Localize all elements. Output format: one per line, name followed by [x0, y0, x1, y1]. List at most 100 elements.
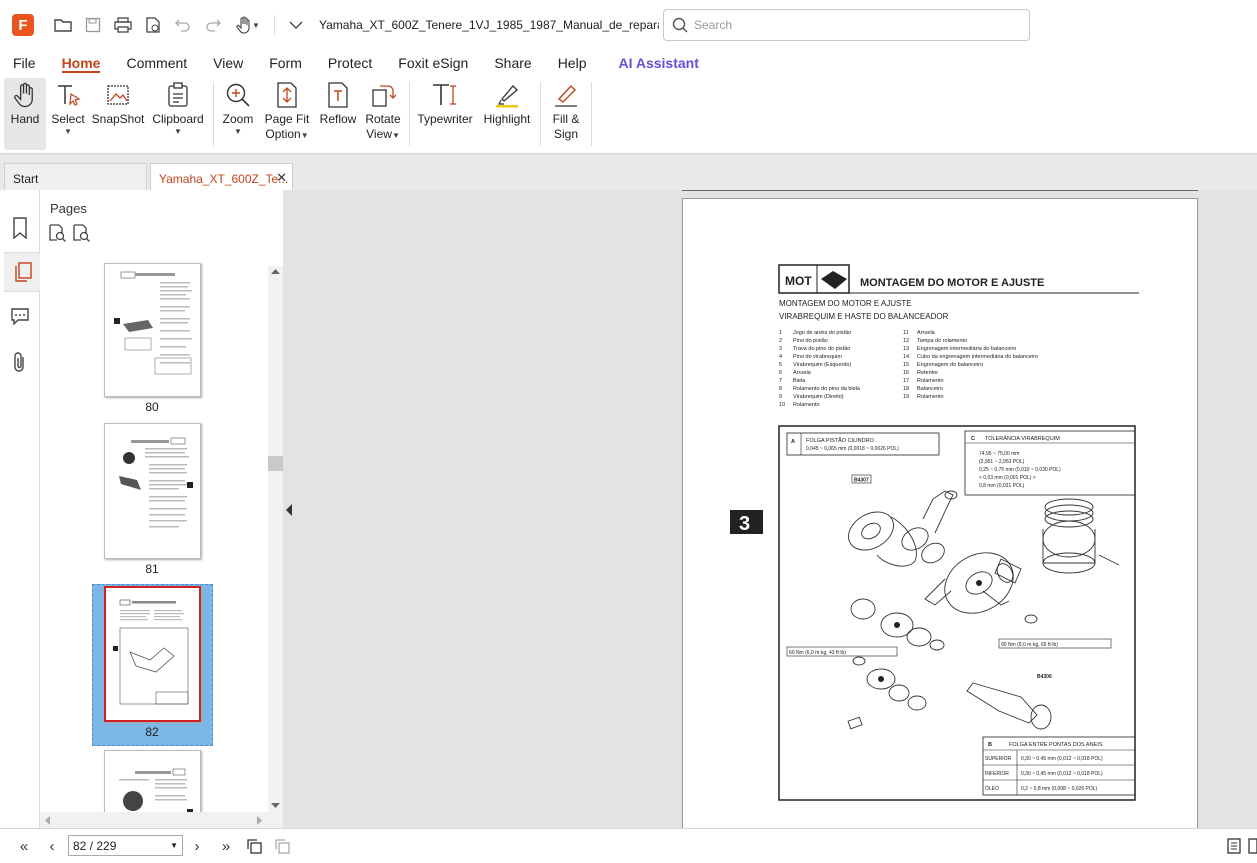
menu-ai-assistant[interactable]: AI Assistant: [605, 50, 711, 76]
scroll-down-icon[interactable]: [271, 802, 280, 809]
attachment-icon[interactable]: [0, 342, 40, 382]
comments-icon[interactable]: [0, 296, 40, 336]
zoom-out-page-icon[interactable]: [48, 224, 66, 242]
pages-panel-hscrollbar[interactable]: [40, 812, 283, 828]
typewriter-button[interactable]: Typewriter: [416, 78, 474, 150]
part-name: Tampa do rolamento: [917, 338, 967, 344]
page-thumbnail[interactable]: [104, 423, 201, 559]
scroll-right-icon[interactable]: [256, 816, 263, 825]
previous-view-icon[interactable]: [243, 835, 265, 857]
rotate-label-2: View▼: [366, 127, 400, 141]
menu-file[interactable]: File: [0, 50, 49, 76]
bookmark-icon[interactable]: [0, 208, 40, 248]
undo-icon[interactable]: [168, 10, 198, 40]
reflow-label: Reflow: [319, 112, 357, 126]
snapshot-icon: [105, 78, 131, 112]
hand-button[interactable]: Hand: [4, 78, 46, 150]
chevron-down-icon[interactable]: [281, 10, 311, 40]
box-c-value: 0,8 mm (0,031 POL): [979, 483, 1025, 489]
page-fit-option-button[interactable]: Page Fit Option▼: [262, 78, 312, 150]
search-box[interactable]: [663, 9, 1030, 41]
document-title: Yamaha_XT_600Z_Tenere_1VJ_1985_1987_Manu…: [319, 18, 659, 32]
part-code: B4306: [1037, 674, 1052, 680]
tab-start[interactable]: Start: [4, 163, 147, 190]
fill-sign-button[interactable]: Fill & Sign: [546, 78, 586, 150]
reflow-button[interactable]: Reflow: [318, 78, 358, 150]
clipboard-caret-icon: ▼: [174, 127, 182, 136]
left-parts-list: Jogo de anéis do pistão Pino do pistão Tra…: [793, 330, 861, 408]
pages-panel-scrollbar[interactable]: [268, 266, 283, 812]
first-page-icon[interactable]: «: [13, 835, 35, 857]
part-number: 17: [903, 378, 909, 384]
box-b-label: INFERIOR: [985, 771, 1009, 777]
menu-comment[interactable]: Comment: [113, 50, 200, 76]
open-folder-icon[interactable]: [48, 10, 78, 40]
clipboard-button[interactable]: Clipboard ▼: [150, 78, 206, 150]
snapshot-button[interactable]: SnapShot: [92, 78, 144, 150]
properties-icon[interactable]: [138, 10, 168, 40]
zoom-in-page-icon[interactable]: [72, 224, 90, 242]
page-dropdown-icon[interactable]: ▼: [170, 841, 178, 850]
menu-help[interactable]: Help: [545, 50, 600, 76]
close-tab-icon[interactable]: ✕: [276, 170, 287, 186]
typewriter-icon: [431, 78, 459, 112]
document-viewer[interactable]: MOT MONTAGEM DO MOTOR E AJUSTE MONTAGEM …: [297, 190, 1257, 828]
left-parts-numbers: 1 2 3 4 5 6 7 8 9 10: [779, 330, 785, 408]
search-icon: [672, 17, 688, 33]
box-c-value: 0,25 ~ 0,75 mm (0,010 ~ 0,030 POL): [979, 467, 1061, 473]
scroll-up-icon[interactable]: [271, 268, 280, 275]
print-icon[interactable]: [108, 10, 138, 40]
page-number-input[interactable]: 82 / 229 ▼: [68, 835, 183, 856]
continuous-view-icon[interactable]: [1247, 835, 1257, 857]
previous-page-icon[interactable]: ‹: [41, 835, 63, 857]
foxit-logo: F: [12, 14, 34, 36]
rotate-view-button[interactable]: Rotate View▼: [362, 78, 404, 150]
menu-home-label: Home: [61, 55, 101, 73]
last-page-icon[interactable]: »: [215, 835, 237, 857]
part-name: Virabrequim (Direito): [793, 394, 844, 400]
menu-form[interactable]: Form: [256, 50, 315, 76]
menu-protect[interactable]: Protect: [315, 50, 385, 76]
part-name: Rolamento do pino da biela: [793, 386, 861, 392]
collapse-panel-icon[interactable]: [286, 504, 293, 516]
page-thumbnail-selected[interactable]: [104, 586, 201, 722]
divider: [274, 15, 275, 35]
pages-panel-scrollbar-thumb[interactable]: [268, 456, 283, 471]
redo-icon[interactable]: [198, 10, 228, 40]
hand-tool-icon[interactable]: ▼: [228, 10, 268, 40]
highlight-button[interactable]: Highlight: [480, 78, 534, 150]
save-icon[interactable]: [78, 10, 108, 40]
next-page-icon[interactable]: ›: [186, 835, 208, 857]
part-name: Rolamento: [793, 402, 820, 408]
panel-collapse-bar[interactable]: [283, 190, 297, 828]
scroll-left-icon[interactable]: [44, 816, 51, 825]
part-number: 5: [779, 362, 782, 368]
box-a-value: 0,045 ~ 0,065 mm (0,0018 ~ 0,0026 POL): [806, 446, 899, 452]
single-page-view-icon[interactable]: [1223, 835, 1245, 857]
pdf-page[interactable]: MOT MONTAGEM DO MOTOR E AJUSTE MONTAGEM …: [682, 198, 1198, 828]
select-button[interactable]: Select ▼: [48, 78, 88, 150]
page-fit-label-2-text: Option: [265, 127, 301, 141]
page-fit-icon: [276, 78, 298, 112]
next-view-icon[interactable]: [271, 835, 293, 857]
menu-view[interactable]: View: [200, 50, 256, 76]
highlight-icon: [494, 78, 520, 112]
page-fit-label-2: Option▼: [265, 127, 309, 141]
part-name: Balanceiro: [917, 386, 943, 392]
part-name: Arruela: [793, 370, 812, 376]
part-number: 12: [903, 338, 909, 344]
zoom-icon: [225, 78, 251, 112]
menu-foxit-esign[interactable]: Foxit eSign: [385, 50, 481, 76]
pages-panel-icon[interactable]: [4, 252, 41, 292]
hand-icon: [13, 78, 37, 112]
page-thumbnail[interactable]: [104, 263, 201, 397]
tab-document[interactable]: Yamaha_XT_600Z_Te... ✕: [150, 163, 293, 190]
search-input[interactable]: [694, 18, 994, 32]
menu-bar: File Home Comment View Form Protect Foxi…: [0, 50, 1257, 76]
part-name: Biela: [793, 378, 806, 384]
zoom-button[interactable]: Zoom ▼: [218, 78, 258, 150]
menu-share[interactable]: Share: [481, 50, 544, 76]
part-number: 8: [779, 386, 782, 392]
menu-home[interactable]: Home: [49, 50, 114, 76]
svg-text:A: A: [791, 439, 795, 445]
